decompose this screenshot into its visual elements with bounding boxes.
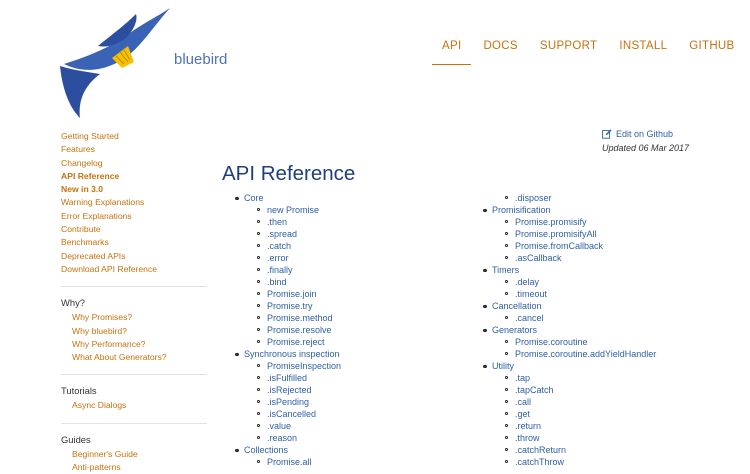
page-title: API Reference <box>222 162 356 185</box>
nav-github[interactable]: GITHUB <box>679 40 744 65</box>
toc-link-isrejected[interactable]: .isRejected <box>222 384 341 396</box>
toc-link-promise-try[interactable]: Promise.try <box>222 300 341 312</box>
sidebar-link-new-in-3-0[interactable]: New in 3.0 <box>61 183 209 196</box>
toc-link-delay[interactable]: .delay <box>470 276 656 288</box>
toc-link-value[interactable]: .value <box>222 420 341 432</box>
toc-link-catch[interactable]: .catch <box>222 240 341 252</box>
sidebar-sublink-async-dialogs[interactable]: Async Dialogs <box>61 399 209 412</box>
toc-link-promise-all[interactable]: Promise.all <box>222 456 341 468</box>
toc-link-timers[interactable]: Timers <box>470 264 656 276</box>
sidebar-link-benchmarks[interactable]: Benchmarks <box>61 236 209 249</box>
toc-link-generators[interactable]: Generators <box>470 324 656 336</box>
sidebar-sublink-beginner-s-guide[interactable]: Beginner's Guide <box>61 448 209 461</box>
sidebar-link-changelog[interactable]: Changelog <box>61 157 209 170</box>
toc-link-promise-promisifyall[interactable]: Promise.promisifyAll <box>470 228 656 240</box>
nav-support[interactable]: SUPPORT <box>530 40 607 65</box>
toc-link-timeout[interactable]: .timeout <box>470 288 656 300</box>
sidebar-link-download-api-reference[interactable]: Download API Reference <box>61 263 209 276</box>
nav-install[interactable]: INSTALL <box>609 40 677 65</box>
sidebar-sublink-what-about-generators[interactable]: What About Generators? <box>61 351 209 364</box>
toc-link-promise-coroutine-addyieldhandler[interactable]: Promise.coroutine.addYieldHandler <box>470 348 656 360</box>
toc-link-promise-fromcallback[interactable]: Promise.fromCallback <box>470 240 656 252</box>
toc-column-2: .disposer Promisification Promise.promisif… <box>470 192 656 468</box>
toc-link-promise-join[interactable]: Promise.join <box>222 288 341 300</box>
toc-link-return[interactable]: .return <box>470 420 656 432</box>
toc-link-promise-coroutine[interactable]: Promise.coroutine <box>470 336 656 348</box>
nav-api[interactable]: API <box>432 40 472 65</box>
toc-link-ispending[interactable]: .isPending <box>222 396 341 408</box>
toc-column-1: Core new Promise .then .spread .catch .error.… <box>222 192 341 468</box>
toc-link-synchronous-inspection[interactable]: Synchronous inspection <box>222 348 341 360</box>
sidebar-link-features[interactable]: Features <box>61 143 209 156</box>
toc-link-promise-promisify[interactable]: Promise.promisify <box>470 216 656 228</box>
sidebar-link-getting-started[interactable]: Getting Started <box>61 130 209 143</box>
sidebar-links: Getting Started Features Changelog API Refe… <box>61 130 209 276</box>
toc-link-disposer[interactable]: .disposer <box>470 192 656 204</box>
bluebird-logo-icon[interactable] <box>58 6 173 120</box>
toc-link-promisification[interactable]: Promisification <box>470 204 656 216</box>
updated-date: Updated 06 Mar 2017 <box>602 143 690 153</box>
sidebar-link-deprecated-apis[interactable]: Deprecated APIs <box>61 250 209 263</box>
sidebar-heading-tutorials: Tutorials <box>61 385 97 397</box>
toc-link-get[interactable]: .get <box>470 408 656 420</box>
top-nav: API DOCS SUPPORT INSTALL GITHUB <box>432 40 747 65</box>
toc-link-cancellation[interactable]: Cancellation <box>470 300 656 312</box>
toc-link-call[interactable]: .call <box>470 396 656 408</box>
sidebar-divider <box>61 374 207 376</box>
brand-name[interactable]: bluebird <box>174 51 227 68</box>
toc-link-finally[interactable]: .finally <box>222 264 341 276</box>
sidebar-link-api-reference[interactable]: API Reference <box>61 170 209 183</box>
toc-link-catchreturn[interactable]: .catchReturn <box>470 444 656 456</box>
toc-link-then[interactable]: .then <box>222 216 341 228</box>
toc-link-ascallback[interactable]: .asCallback <box>470 252 656 264</box>
toc-link-tapcatch[interactable]: .tapCatch <box>470 384 656 396</box>
toc-link-cancel[interactable]: .cancel <box>470 312 656 324</box>
sidebar-link-contribute[interactable]: Contribute <box>61 223 209 236</box>
edit-icon <box>602 129 612 139</box>
edit-on-github-label: Edit on Github <box>616 129 674 139</box>
sidebar-why-list: Why Promises? Why bluebird? Why Performanc… <box>61 311 209 364</box>
sidebar-heading-guides: Guides <box>61 433 91 445</box>
toc-link-utility[interactable]: Utility <box>470 360 656 372</box>
sidebar-guides-list: Beginner's Guide Anti-patterns <box>61 448 209 474</box>
toc-link-promise-resolve[interactable]: Promise.resolve <box>222 324 341 336</box>
sidebar-link-error-explanations[interactable]: Error Explanations <box>61 210 209 223</box>
toc-link-bind[interactable]: .bind <box>222 276 341 288</box>
sidebar-sublink-why-bluebird[interactable]: Why bluebird? <box>61 325 209 338</box>
edit-on-github-link[interactable]: Edit on Github <box>602 129 673 139</box>
toc-link-spread[interactable]: .spread <box>222 228 341 240</box>
toc-link-reason[interactable]: .reason <box>222 432 341 444</box>
toc-link-error[interactable]: .error <box>222 252 341 264</box>
sidebar: Getting Started Features Changelog API Refe… <box>61 130 209 474</box>
sidebar-divider <box>61 422 207 424</box>
toc-link-collections[interactable]: Collections <box>222 444 341 456</box>
sidebar-sublink-why-performance[interactable]: Why Performance? <box>61 338 209 351</box>
sidebar-divider <box>61 286 207 288</box>
toc-link-promise-method[interactable]: Promise.method <box>222 312 341 324</box>
toc-link-catchthrow[interactable]: .catchThrow <box>470 456 656 468</box>
sidebar-heading-why: Why? <box>61 297 85 309</box>
toc-link-throw[interactable]: .throw <box>470 432 656 444</box>
toc-link-tap[interactable]: .tap <box>470 372 656 384</box>
nav-docs[interactable]: DOCS <box>473 40 527 65</box>
toc-link-new-promise[interactable]: new Promise <box>222 204 341 216</box>
toc-link-promiseinspection[interactable]: PromiseInspection <box>222 360 341 372</box>
toc-link-core[interactable]: Core <box>222 192 341 204</box>
sidebar-sublink-why-promises[interactable]: Why Promises? <box>61 311 209 324</box>
sidebar-link-warning-explanations[interactable]: Warning Explanations <box>61 196 209 209</box>
sidebar-tutorials-list: Async Dialogs <box>61 399 209 412</box>
sidebar-sublink-anti-patterns[interactable]: Anti-patterns <box>61 461 209 474</box>
toc-link-iscancelled[interactable]: .isCancelled <box>222 408 341 420</box>
toc-link-isfulfilled[interactable]: .isFulfilled <box>222 372 341 384</box>
toc-link-promise-reject[interactable]: Promise.reject <box>222 336 341 348</box>
